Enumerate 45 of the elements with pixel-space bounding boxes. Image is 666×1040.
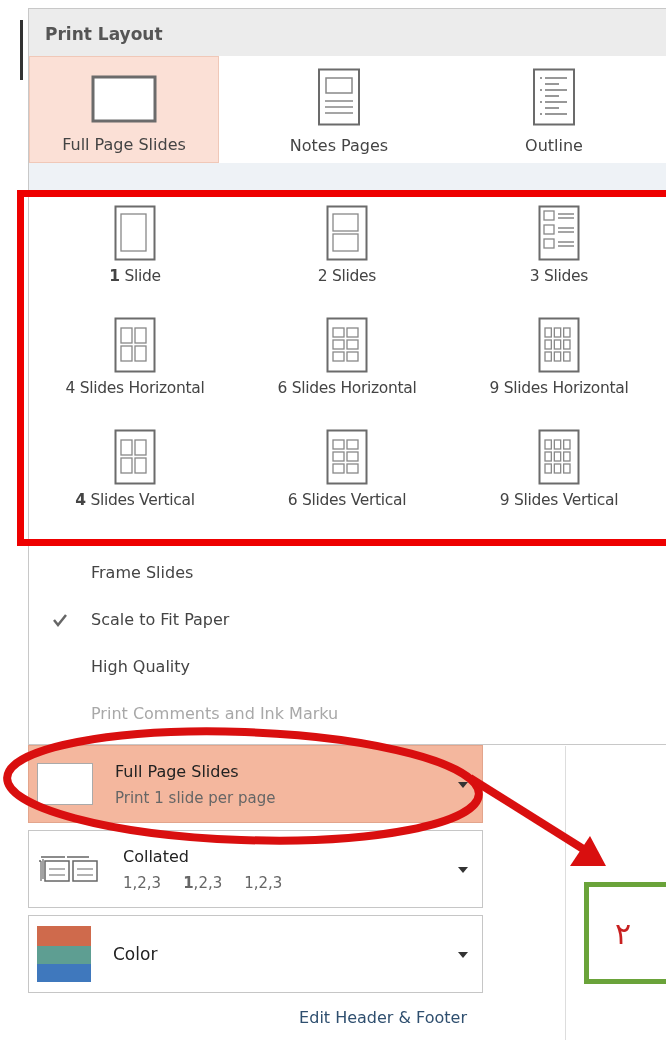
setting-title: Color — [113, 944, 158, 964]
outline-page-icon — [532, 68, 576, 126]
layout-option[interactable]: Full Page Slides — [29, 56, 219, 163]
edit-header-footer-link[interactable]: Edit Header & Footer — [299, 1008, 467, 1027]
handout-icon — [538, 205, 580, 261]
slide-icon — [37, 763, 93, 805]
handout-icon — [326, 317, 368, 373]
handout-option[interactable]: 9 Slides Vertical — [453, 429, 665, 541]
handout-option[interactable]: 6 Slides Vertical — [241, 429, 453, 541]
menu-option[interactable]: High Quality — [29, 643, 666, 690]
slide-icon — [91, 75, 157, 125]
setting-title: Full Page Slides — [115, 761, 240, 781]
setting-dropdown[interactable]: Collated 1,2,3 1,2,3 1,2,3 — [28, 830, 483, 908]
setting-dropdown[interactable]: Full Page Slides Print 1 slide per page — [28, 745, 483, 823]
handout-icon — [114, 317, 156, 373]
collation-order: 1,2,3 — [123, 873, 162, 892]
caret-icon — [458, 782, 468, 788]
handout-icon — [538, 317, 580, 373]
handout-option[interactable]: 1 Slide — [29, 205, 241, 317]
handout-option[interactable]: 9 Slides Horizontal — [453, 317, 665, 429]
setting-dropdown[interactable]: Color — [28, 915, 483, 993]
number-label: ۲ — [584, 882, 666, 984]
caret-icon — [458, 867, 468, 873]
layout-option[interactable]: Notes Pages — [219, 56, 459, 163]
handout-option[interactable]: 4 Slides Vertical — [29, 429, 241, 541]
menu-option[interactable]: Frame Slides — [29, 549, 666, 596]
handout-icon — [114, 429, 156, 485]
layout-option[interactable]: Outline — [459, 56, 649, 163]
color-swatch-icon — [37, 926, 91, 982]
caret-icon — [458, 952, 468, 958]
section-header: Print Layout — [29, 9, 666, 56]
handout-option[interactable]: 3 Slides — [453, 205, 665, 317]
handout-icon — [114, 205, 156, 261]
collation-order: 1,2,3 — [183, 873, 223, 892]
handout-icon — [538, 429, 580, 485]
handout-option[interactable]: 6 Slides Horizontal — [241, 317, 453, 429]
handout-icon — [326, 205, 368, 261]
handout-option[interactable]: 4 Slides Horizontal — [29, 317, 241, 429]
handout-option[interactable]: 2 Slides — [241, 205, 453, 317]
setting-title: Collated — [123, 846, 190, 866]
notes-page-icon — [317, 68, 361, 126]
collation-order: 1,2,3 — [244, 873, 283, 892]
setting-description: Print 1 slide per page — [115, 788, 276, 807]
handout-icon — [326, 429, 368, 485]
menu-option[interactable]: Scale to Fit Paper — [29, 596, 666, 643]
